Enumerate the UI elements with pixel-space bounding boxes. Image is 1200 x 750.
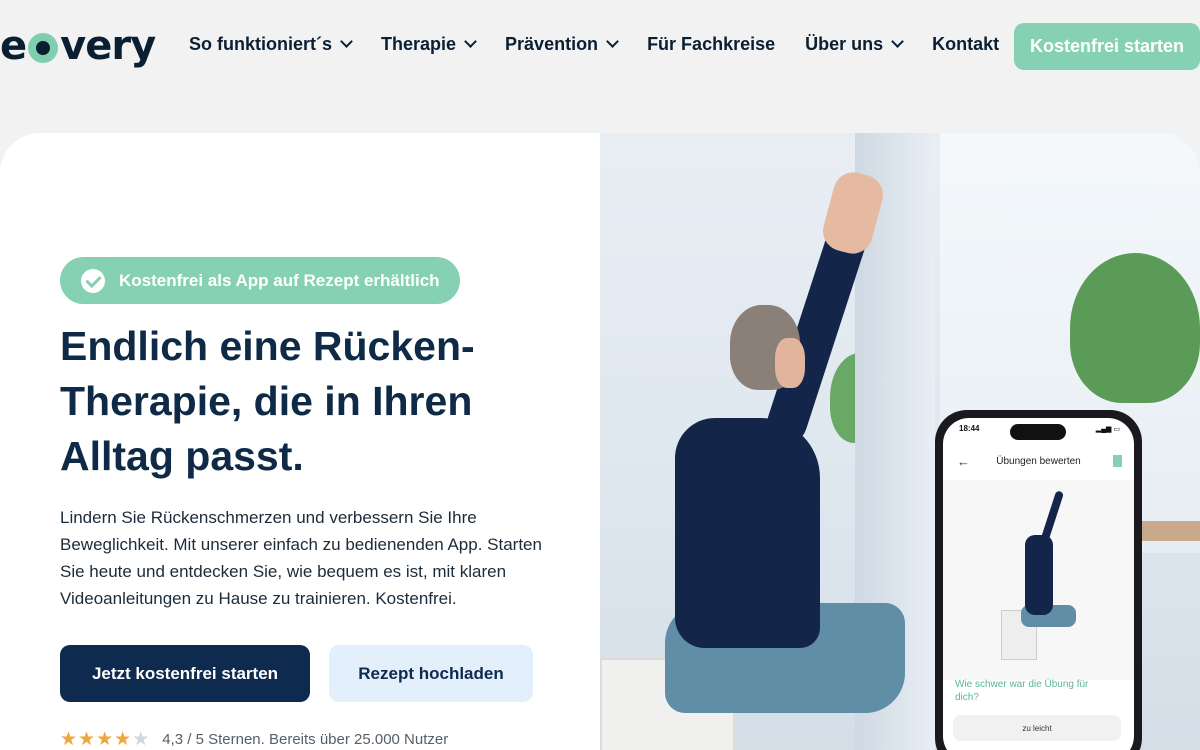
nav-item-label: Prävention (505, 34, 599, 54)
upload-prescription-button[interactable]: Rezept hochladen (329, 645, 533, 702)
nav-item-praevention[interactable]: Prävention (505, 34, 619, 55)
nav-item-label: Kontakt (932, 34, 1000, 54)
site-header: e very So funktioniert´s Therapie Präven… (0, 0, 1200, 95)
rezept-badge: Kostenfrei als App auf Rezept erhältlich (60, 257, 460, 304)
header-start-button[interactable]: Kostenfrei starten (1014, 23, 1200, 70)
nav-item-fachkreise[interactable]: Für Fachkreise (647, 34, 775, 55)
logo-text-start: e (0, 23, 27, 69)
phone-screen: 18:44 ▂▄▆ ▭ ← Übungen bewerten Wie schwe… (943, 418, 1134, 750)
nav-item-label: So funktioniert´s (189, 34, 332, 54)
plant-decoration (1070, 253, 1200, 403)
nav-item-kontakt[interactable]: Kontakt (932, 34, 999, 55)
star-icon: ★ (60, 729, 78, 750)
answer-option: zu leicht (953, 715, 1121, 741)
logo-mark-icon (28, 33, 59, 63)
nav-item-so-funktionierts[interactable]: So funktioniert´s (189, 34, 353, 55)
star-icon: ★ (78, 729, 96, 750)
hero-headline: Endlich eine Rücken-Therapie, die in Ihr… (60, 323, 475, 479)
start-free-button[interactable]: Jetzt kostenfrei starten (60, 645, 310, 702)
phone-time: 18:44 (959, 424, 980, 433)
nav-item-therapie[interactable]: Therapie (381, 34, 477, 55)
phone-screen-title: Übungen bewerten (996, 456, 1081, 467)
hero-intro: Lindern Sie Rückenschmerzen und verbesse… (60, 508, 542, 608)
signal-battery-icon: ▂▄▆ ▭ (1095, 426, 1120, 433)
person-face-image (775, 338, 805, 388)
nav-item-label: Therapie (381, 34, 457, 54)
bookmark-icon (1113, 455, 1122, 467)
exercise-video (943, 480, 1134, 680)
star-icon: ★ (96, 729, 114, 750)
nav-item-ueber-uns[interactable]: Über uns (805, 34, 905, 55)
star-icon: ★ (114, 729, 132, 750)
nav-item-label: Für Fachkreise (647, 34, 776, 54)
rating-row: ★ ★ ★ ★ ★ 4,3 / 5 Sternen. Bereits über … (60, 730, 448, 749)
chevron-down-icon (464, 35, 477, 48)
rating-text: 4,3 / 5 Sternen. Bereits über 25.000 Nut… (162, 731, 449, 748)
main-nav: So funktioniert´s Therapie Prävention Fü… (189, 34, 1029, 55)
check-circle-icon (81, 268, 105, 293)
phone-question: Wie schwer war die Übung für dich? (955, 679, 1089, 703)
star-rating: ★ ★ ★ ★ ★ (60, 730, 150, 749)
logo[interactable]: e very (0, 22, 156, 70)
badge-label: Kostenfrei als App auf Rezept erhältlich (119, 270, 440, 290)
star-partial-icon: ★ (132, 729, 150, 750)
phone-mockup: 18:44 ▂▄▆ ▭ ← Übungen bewerten Wie schwe… (935, 410, 1142, 750)
chevron-down-icon (606, 35, 619, 48)
nav-item-label: Über uns (805, 34, 884, 54)
chevron-down-icon (891, 35, 905, 48)
person-body-image (675, 418, 820, 648)
phone-notch (1010, 424, 1066, 440)
chevron-down-icon (340, 35, 353, 48)
logo-text-end: very (60, 23, 156, 69)
